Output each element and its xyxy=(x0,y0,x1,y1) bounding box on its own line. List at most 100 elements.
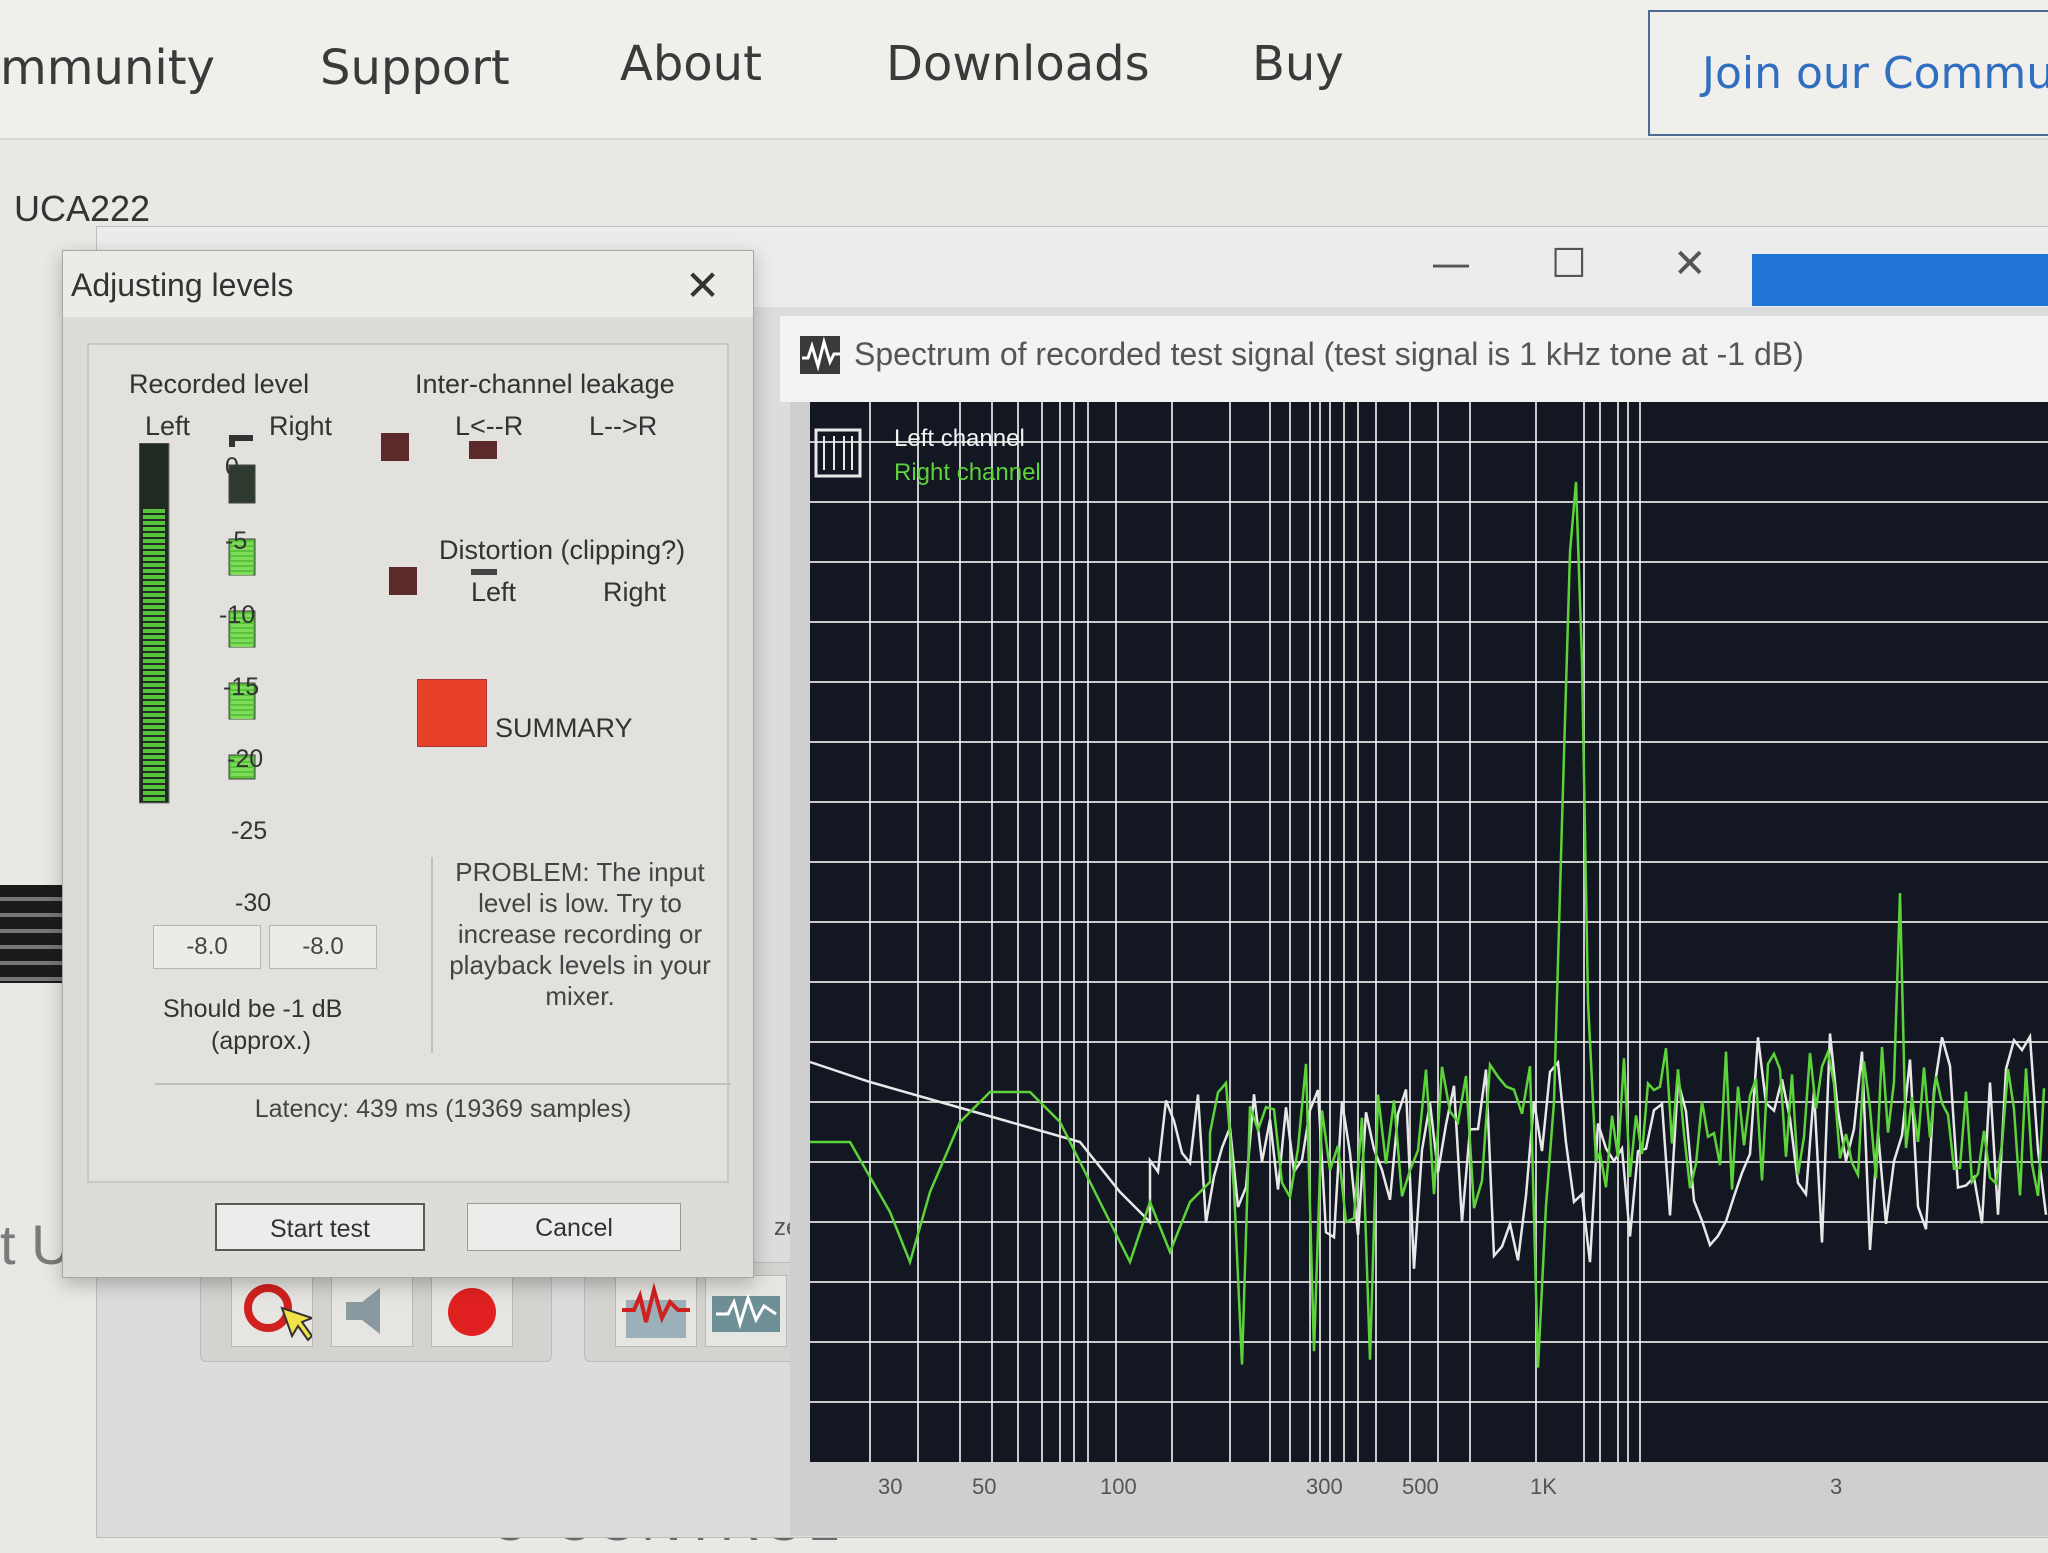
meter-segment xyxy=(143,725,165,729)
site-navigation: mmunity Support About Downloads Buy Join… xyxy=(0,0,2048,140)
x-tick-label: 30 xyxy=(878,1474,902,1499)
summary-label: SUMMARY xyxy=(495,713,633,743)
x-tick-label: 1K xyxy=(1530,1474,1557,1499)
accent-strip xyxy=(1752,254,2048,306)
meter-segment xyxy=(231,562,253,565)
meter-segment xyxy=(143,575,165,579)
leakage-l-to-r: L-->R xyxy=(589,411,658,441)
record-button[interactable] xyxy=(431,1275,513,1347)
meter-segment xyxy=(143,515,165,519)
nav-link-community[interactable]: mmunity xyxy=(0,40,215,96)
meter-segment xyxy=(143,779,165,783)
nav-link-about[interactable]: About xyxy=(620,36,762,92)
scale-label: -10 xyxy=(219,601,256,629)
meter-segment xyxy=(143,773,165,777)
meter-segment xyxy=(143,539,165,543)
latency-readout: Latency: 439 ms (19369 samples) xyxy=(155,1083,731,1163)
scale-label: -15 xyxy=(223,673,260,701)
meter-segment xyxy=(143,695,165,699)
meter-segment xyxy=(143,611,165,615)
analyze-button[interactable] xyxy=(615,1275,697,1347)
meter-segment xyxy=(143,569,165,573)
spectrum-titlebar: Spectrum of recorded test signal (test s… xyxy=(780,316,2048,402)
meter-segment xyxy=(143,713,165,717)
meter-segment xyxy=(143,701,165,705)
distortion-indicator xyxy=(471,569,497,575)
meter-segment xyxy=(231,634,253,637)
join-community-button[interactable]: Join our Communit xyxy=(1648,10,2048,136)
scale-label: -5 xyxy=(225,527,248,555)
x-tick-label: 3 xyxy=(1830,1474,1842,1499)
legend-right-channel: Right channel xyxy=(894,459,1041,486)
x-tick-label: 500 xyxy=(1402,1474,1439,1499)
speaker-icon xyxy=(346,1288,380,1334)
leakage-indicator xyxy=(381,433,409,461)
meter-segment xyxy=(231,711,253,714)
distortion-heading: Distortion (clipping?) xyxy=(439,535,686,565)
meter-segment xyxy=(143,683,165,687)
meter-segment xyxy=(143,629,165,633)
meter-segment xyxy=(143,521,165,525)
meter-segment xyxy=(143,755,165,759)
meter-segment xyxy=(143,707,165,711)
left-level-value: -8.0 xyxy=(153,925,261,969)
minimize-button[interactable]: — xyxy=(1431,241,1471,287)
scale-label: -25 xyxy=(231,817,268,845)
meter-segment xyxy=(143,527,165,531)
join-community-label: Join our Communit xyxy=(1702,47,2048,99)
leakage-l-from-r: L<--R xyxy=(455,411,524,441)
meter-segment xyxy=(231,557,253,560)
maximize-button[interactable]: ☐ xyxy=(1551,241,1587,287)
close-button[interactable]: ✕ xyxy=(1673,241,1707,287)
spectrum-chart: Left channel Right channel 30 50 100 300 500… xyxy=(809,402,2048,1499)
start-test-button[interactable]: Start test xyxy=(215,1203,425,1251)
loopback-button[interactable] xyxy=(231,1275,315,1347)
meter-segment xyxy=(143,641,165,645)
meter-segment xyxy=(143,623,165,627)
record-icon xyxy=(448,1288,496,1336)
leakage-heading: Inter-channel leakage xyxy=(415,369,675,399)
meter-segment xyxy=(143,677,165,681)
meter-segment xyxy=(143,647,165,651)
meter-segment xyxy=(143,605,165,609)
meter-segment xyxy=(143,545,165,549)
left-channel-label: Left xyxy=(145,411,191,441)
meter-segment xyxy=(143,599,165,603)
loopback-icon xyxy=(244,1284,315,1342)
recorded-level-heading: Recorded level xyxy=(129,369,310,399)
meter-segment xyxy=(143,767,165,771)
level-note: Should be -1 dB xyxy=(163,995,343,1023)
nav-link-downloads[interactable]: Downloads xyxy=(886,36,1150,92)
meter-segment xyxy=(143,689,165,693)
waveform-icon xyxy=(712,1293,780,1332)
meter-segment xyxy=(143,737,165,741)
device-name: UCA222 xyxy=(14,188,151,229)
distortion-indicator xyxy=(389,567,417,595)
level-note-approx: (approx.) xyxy=(211,1027,312,1055)
meter-segment xyxy=(143,743,165,747)
right-level-value: -8.0 xyxy=(269,925,377,969)
x-tick-label: 100 xyxy=(1100,1474,1137,1499)
meter-segment xyxy=(143,581,165,585)
meter-segment xyxy=(143,719,165,723)
speaker-button[interactable] xyxy=(331,1275,413,1347)
left-level-meter xyxy=(139,443,170,804)
spectrum-button[interactable] xyxy=(705,1275,787,1347)
levels-panel xyxy=(87,343,729,1183)
cancel-button[interactable]: Cancel xyxy=(467,1203,681,1251)
meter-segment xyxy=(143,749,165,753)
meter-segment xyxy=(231,644,253,647)
leakage-indicator xyxy=(469,441,497,459)
meter-segment xyxy=(143,617,165,621)
dialog-title: Adjusting levels xyxy=(71,267,294,303)
nav-link-buy[interactable]: Buy xyxy=(1252,36,1344,92)
scale-label: -20 xyxy=(227,745,264,773)
spectrum-icon xyxy=(800,336,840,374)
nav-link-support[interactable]: Support xyxy=(320,40,510,96)
meter-segment xyxy=(143,659,165,663)
spectrum-plot: Left channel Right channel 30 50 100 300 500… xyxy=(790,402,2048,1536)
x-tick-label: 300 xyxy=(1306,1474,1343,1499)
meter-segment xyxy=(143,731,165,735)
meter-segment xyxy=(143,665,165,669)
dialog-close-button[interactable]: ✕ xyxy=(685,261,720,310)
